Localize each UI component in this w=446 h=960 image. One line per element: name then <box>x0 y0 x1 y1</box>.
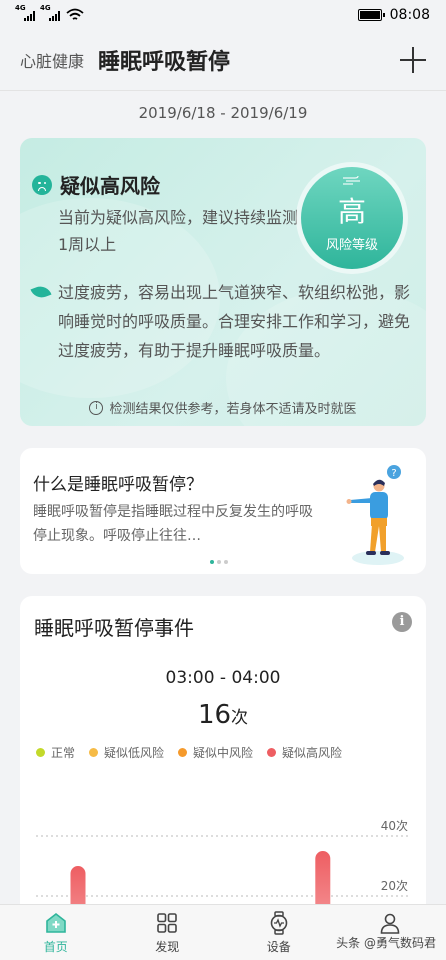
nav-label: 发现 <box>155 939 180 954</box>
bottom-nav: 首页 发现 设备 我的 <box>0 904 446 960</box>
legend-label: 疑似高风险 <box>282 746 343 760</box>
legend-dot <box>178 748 188 757</box>
info-question: 什么是睡眠呼吸暂停？ <box>33 475 203 495</box>
sad-face-icon <box>32 174 52 195</box>
risk-level: 高 <box>337 194 366 228</box>
legend-label: 正常 <box>51 746 76 760</box>
legend-dot <box>267 748 277 757</box>
risk-level-label: 风险等级 <box>325 237 378 253</box>
events-bar-chart[interactable]: 40次 20次 <box>20 766 426 926</box>
legend-label: 疑似中风险 <box>193 746 254 760</box>
battery-icon <box>357 9 385 21</box>
risk-description: 当前为疑似高风险，建议持续监测1周以上 <box>58 208 299 254</box>
back-link[interactable]: 心脏健康 <box>20 48 84 72</box>
y-tick-label: 40次 <box>381 819 408 833</box>
watch-icon <box>270 910 288 935</box>
page-title: 睡眠呼吸暂停 <box>98 50 231 75</box>
advice-text: 过度疲劳，容易出现上气道狭窄、软组织松弛，影响睡觉时的呼吸质量。合理安排工作和学… <box>58 283 411 360</box>
signal-icon: 4G <box>15 4 35 21</box>
network-type: 4G <box>40 4 51 12</box>
date-range[interactable]: 2019/6/18 - 2019/6/19 <box>0 104 446 122</box>
carousel-dot[interactable] <box>224 560 228 564</box>
info-card[interactable]: 什么是睡眠呼吸暂停？ 睡眠呼吸暂停是指睡眠过程中反复发生的呼吸停止现象。呼吸停止… <box>20 448 426 574</box>
nav-home[interactable]: 首页 <box>16 911 96 955</box>
legend-label: 疑似低风险 <box>104 746 165 760</box>
signal-group: 4G 4G <box>15 4 84 22</box>
events-card: 睡眠呼吸暂停事件 i 03:00 - 04:00 16次 正常 疑似低风险 疑似中风… <box>20 596 426 926</box>
carousel-dot[interactable] <box>217 560 221 564</box>
legend-item: 疑似低风险 <box>89 744 164 761</box>
legend-dot <box>36 748 45 757</box>
leaf-icon <box>30 283 52 301</box>
nav-discover[interactable]: 发现 <box>127 911 207 955</box>
signal-icon: 4G <box>40 4 60 21</box>
grid-icon <box>157 912 178 933</box>
events-count-value: 16 <box>197 700 232 730</box>
network-type: 4G <box>15 4 26 12</box>
add-icon[interactable] <box>400 47 426 73</box>
header-divider <box>0 90 446 91</box>
carousel-dots[interactable] <box>210 560 228 564</box>
wind-icon <box>343 175 360 185</box>
clock: 08:08 <box>389 7 430 23</box>
app-header: 心脏健康 睡眠呼吸暂停 <box>0 30 446 90</box>
risk-card: 疑似高风险 当前为疑似高风险，建议持续监测1周以上 高 风险等级 过度疲劳，容易… <box>20 138 426 426</box>
home-icon <box>45 912 66 933</box>
risk-level-badge: 高 风险等级 <box>296 162 408 274</box>
events-count: 16次 <box>20 700 426 730</box>
nav-label: 设备 <box>266 939 291 954</box>
disclaimer-text: 检测结果仅供参考，若身体不适请及时就医 <box>109 402 357 417</box>
events-count-unit: 次 <box>231 708 249 728</box>
events-time-range: 03:00 - 04:00 <box>165 668 281 688</box>
y-tick-label: 20次 <box>381 879 408 893</box>
info-icon[interactable]: i <box>392 612 412 632</box>
disclaimer: i 检测结果仅供参考，若身体不适请及时就医 <box>20 398 426 417</box>
info-icon: i <box>89 400 104 415</box>
events-title: 睡眠呼吸暂停事件 <box>34 616 194 640</box>
watermark: 头条 @勇气数码君 <box>336 936 436 950</box>
legend-item: 疑似高风险 <box>267 744 342 761</box>
info-answer: 睡眠呼吸暂停是指睡眠过程中反复发生的呼吸停止现象。呼吸停止往往… <box>33 504 313 544</box>
legend-item: 疑似中风险 <box>178 744 253 761</box>
nav-label: 首页 <box>43 939 68 954</box>
wifi-icon <box>66 8 84 20</box>
legend-item: 正常 <box>36 744 75 761</box>
question-glyph: ? <box>391 468 396 479</box>
legend-dot <box>89 748 99 757</box>
chart-legend: 正常 疑似低风险 疑似中风险 疑似高风险 <box>36 744 342 761</box>
user-icon <box>380 913 400 934</box>
person-illustration: ? <box>346 465 404 565</box>
status-bar: 4G 4G 08:08 <box>0 0 446 30</box>
risk-title: 疑似高风险 <box>60 174 160 198</box>
carousel-dot[interactable] <box>210 560 214 564</box>
nav-devices[interactable]: 设备 <box>239 910 319 955</box>
